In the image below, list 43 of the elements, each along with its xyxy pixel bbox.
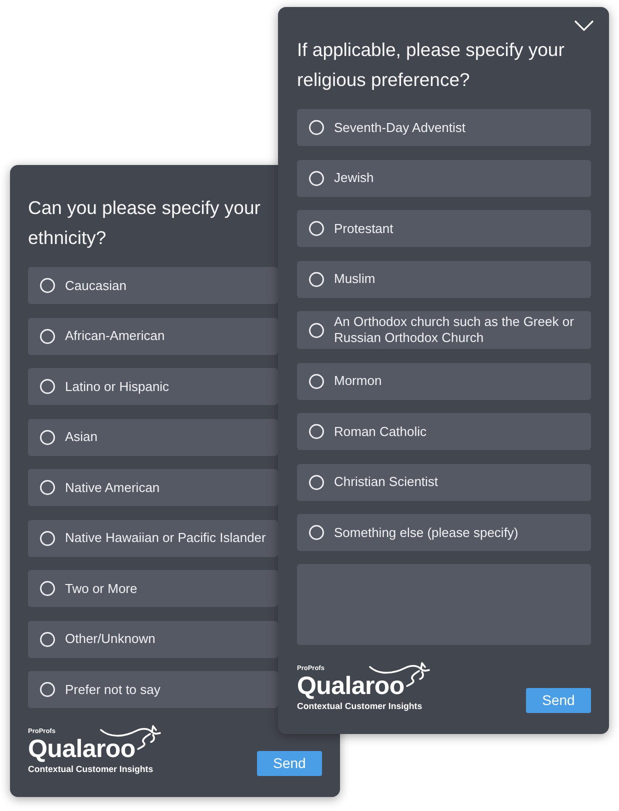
- answer-option[interactable]: Other/Unknown: [28, 620, 278, 658]
- answer-option[interactable]: Jewish: [297, 160, 591, 196]
- radio-button[interactable]: [309, 272, 324, 286]
- chevron-down-icon[interactable]: [574, 20, 594, 31]
- radio-button[interactable]: [40, 480, 55, 495]
- tagline-text: Contextual Customer Insights: [28, 764, 154, 775]
- radio-button[interactable]: [309, 525, 324, 540]
- radio-button[interactable]: [309, 374, 324, 388]
- answer-option[interactable]: Christian Scientist: [297, 464, 591, 500]
- answer-option[interactable]: African-American: [28, 318, 278, 354]
- radio-button[interactable]: [40, 278, 55, 293]
- radio-button[interactable]: [309, 474, 324, 490]
- question-text: Can you please specify your ethnicity?: [28, 196, 262, 250]
- product-logo-text: Qualaroo: [28, 736, 136, 762]
- radio-button[interactable]: [40, 581, 55, 596]
- answer-option[interactable]: Latino or Hispanic: [28, 368, 278, 405]
- answer-option[interactable]: Protestant: [297, 210, 591, 247]
- answer-option[interactable]: Caucasian: [28, 267, 278, 304]
- radio-button[interactable]: [40, 379, 55, 394]
- answer-option[interactable]: Two or More: [28, 570, 278, 607]
- radio-button[interactable]: [309, 424, 324, 439]
- answer-option[interactable]: Asian: [28, 418, 278, 456]
- answer-option[interactable]: Seventh-Day Adventist: [297, 109, 591, 146]
- answer-option[interactable]: Something else (please specify): [297, 514, 591, 551]
- radio-button[interactable]: [309, 170, 324, 186]
- radio-button[interactable]: [40, 530, 55, 546]
- answer-option[interactable]: Mormon: [297, 362, 591, 400]
- answer-option[interactable]: Native Hawaiian or Pacific Islander: [28, 520, 278, 556]
- radio-button[interactable]: [40, 328, 55, 344]
- tagline-text: Contextual Customer Insights: [297, 701, 422, 712]
- radio-button[interactable]: [40, 632, 55, 646]
- radio-button[interactable]: [309, 322, 324, 338]
- radio-button[interactable]: [40, 682, 55, 697]
- radio-button[interactable]: [309, 120, 324, 135]
- answer-option[interactable]: An Orthodox church such as the Greek or Russian Orthodox Church: [297, 311, 591, 349]
- product-logo-text: Qualaroo: [297, 673, 404, 699]
- answer-option[interactable]: Native American: [28, 469, 278, 506]
- answer-option[interactable]: Prefer not to say: [28, 671, 278, 708]
- radio-button[interactable]: [309, 221, 324, 236]
- question-text: If applicable, please specify your religious preference?: [297, 38, 566, 92]
- answer-option[interactable]: Muslim: [297, 260, 591, 298]
- radio-button[interactable]: [40, 430, 55, 444]
- answer-option[interactable]: Roman Catholic: [297, 413, 591, 450]
